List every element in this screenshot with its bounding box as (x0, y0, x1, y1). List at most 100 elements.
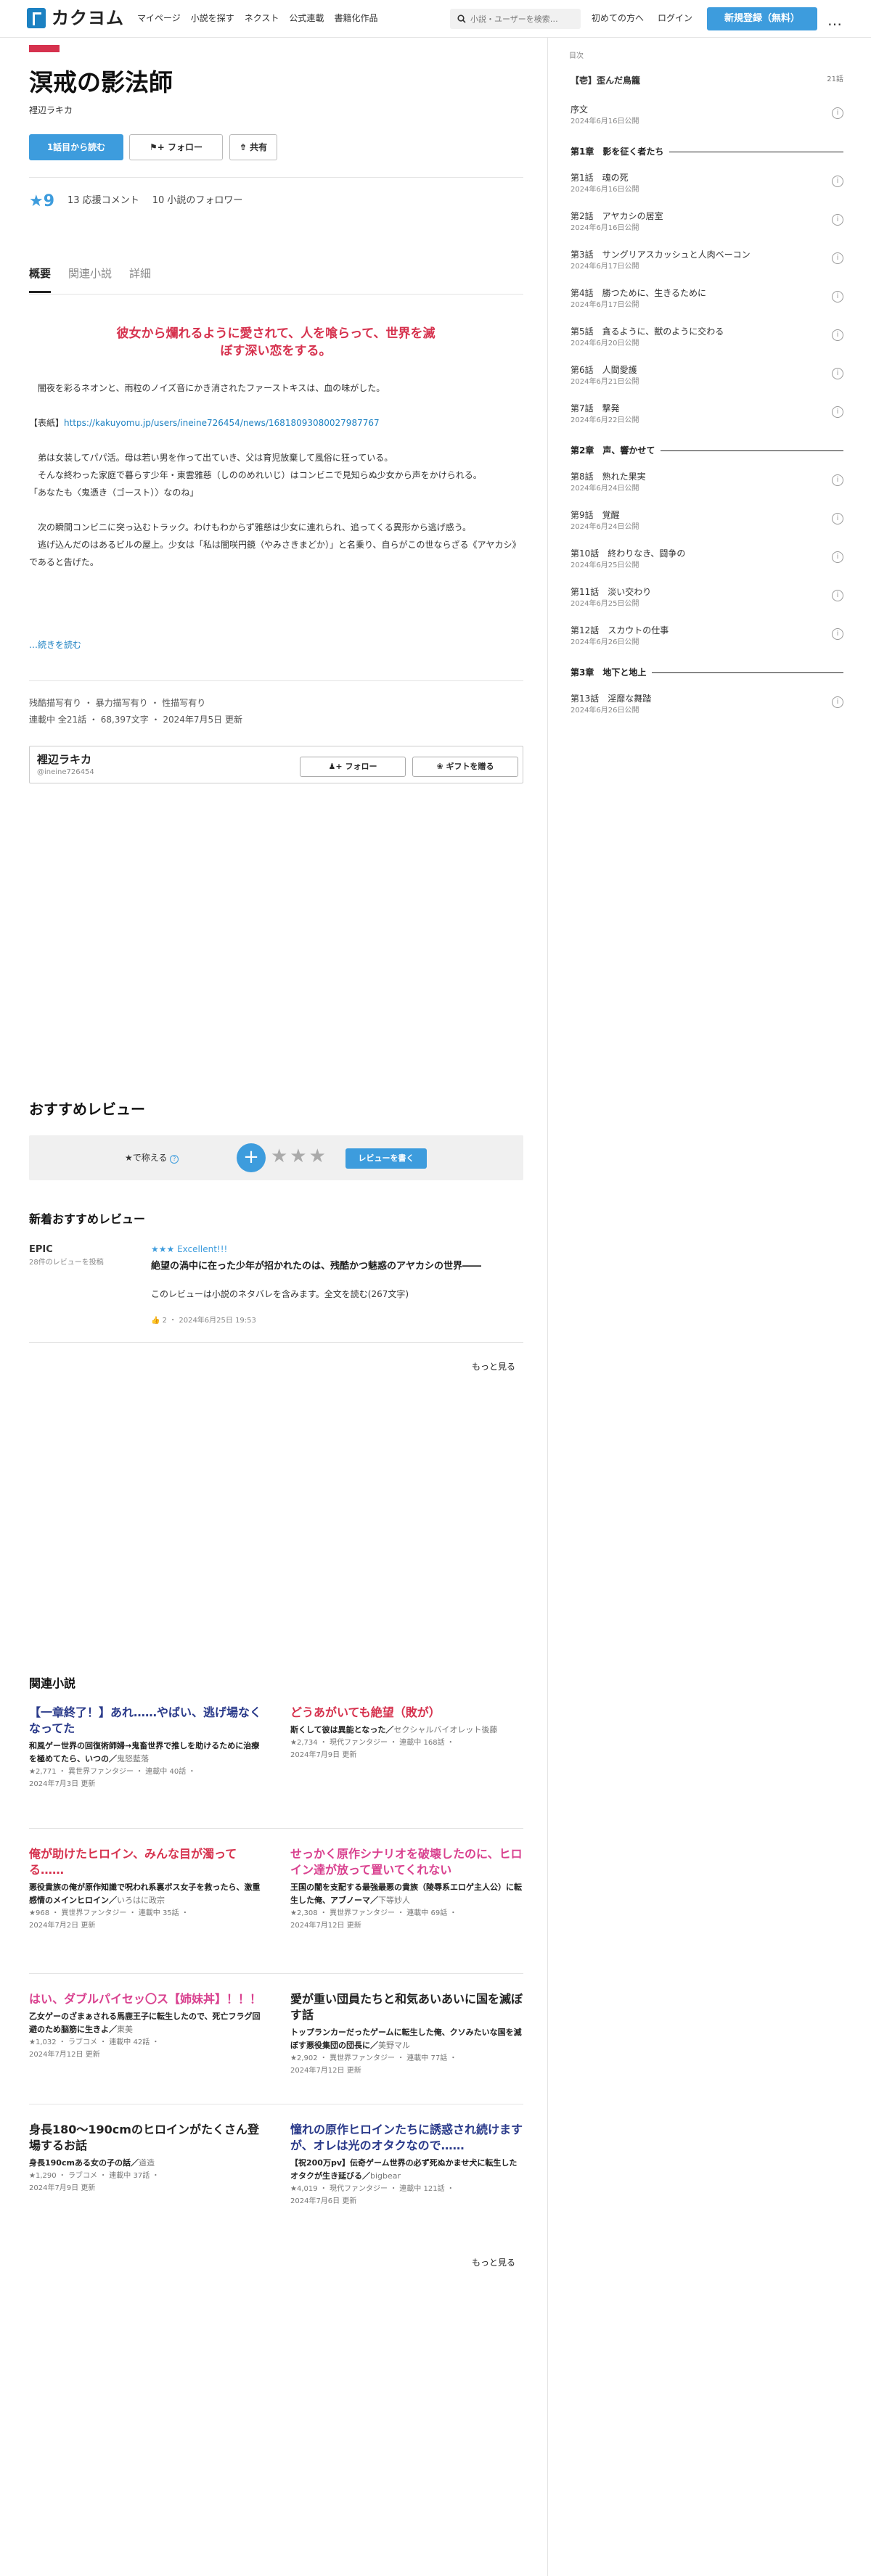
for-beginners-link[interactable]: 初めての方へ (592, 12, 644, 25)
related-novel-author[interactable]: 東美 (117, 2025, 133, 2034)
episode-link[interactable]: 第3話 サングリアスカッシュと人肉ベーコン 2024年6月17日公開 i (571, 248, 843, 273)
related-novel-card[interactable]: 【一章終了！】あれ……やばい、逃げ場なくなってた 和風ゲー世界の回復術師婦→鬼畜世… (29, 1705, 261, 1790)
share-button[interactable]: ⇮ 共有 (229, 134, 277, 160)
episode-link[interactable]: 第10話 終わりなき、闘争の 2024年6月25日公開 i (571, 547, 843, 572)
related-novel-author[interactable]: 道造 (139, 2158, 155, 2168)
more-related-link[interactable]: もっと見る (472, 2256, 515, 2270)
related-novel-card[interactable]: 憧れの原作ヒロインたちに誘惑され続けますが、オレは光のオタクなので…… 【祝200… (290, 2122, 523, 2207)
episode-link[interactable]: 第8話 熟れた果実 2024年6月24日公開 i (571, 470, 843, 495)
related-novel-author[interactable]: bigbear (370, 2171, 401, 2181)
info-icon[interactable]: i (832, 291, 843, 303)
related-novel-author[interactable]: セクシャルバイオレット後藤 (393, 1725, 497, 1735)
episode-link[interactable]: 第9話 覚醒 2024年6月24日公開 i (571, 509, 843, 533)
site-logo[interactable]: カクヨム (27, 8, 124, 28)
episode-link[interactable]: 第6話 人間愛護 2024年6月21日公開 i (571, 363, 843, 388)
info-icon[interactable]: i (832, 329, 843, 341)
episode-link[interactable]: 第7話 撃発 2024年6月22日公開 i (571, 402, 843, 427)
episode-link[interactable]: 第4話 勝つために、生きるために 2024年6月17日公開 i (571, 287, 843, 311)
nav-search-novels[interactable]: 小説を探す (191, 12, 234, 25)
author-name[interactable]: 裡辺ラキカ (37, 751, 91, 768)
rate-label: ★で称える ? (125, 1151, 179, 1165)
related-novel-title[interactable]: 【一章終了！】あれ……やばい、逃げ場なくなってた (29, 1705, 261, 1737)
nav-mypage[interactable]: マイページ (137, 12, 181, 25)
related-novel-title[interactable]: 俺が助けたヒロイン、みんな目が濁ってる…… (29, 1846, 261, 1878)
register-button[interactable]: 新規登録（無料） (707, 7, 817, 30)
tab-details[interactable]: 詳細 (129, 265, 151, 293)
star-count[interactable]: ★9 (29, 189, 54, 214)
follow-author-button[interactable]: ♟+ フォロー (300, 757, 406, 777)
read-first-button[interactable]: 1話目から読む (29, 134, 123, 160)
tab-overview[interactable]: 概要 (29, 265, 52, 293)
work-title[interactable]: 溟戒の影法師 (29, 67, 173, 99)
related-novel-author[interactable]: 美野マル (378, 2041, 410, 2050)
related-novel-card[interactable]: せっかく原作シナリオを破壊したのに、ヒロイン達が放って置いてくれない 王国の闇を支… (290, 1846, 523, 1932)
login-link[interactable]: ログイン (658, 12, 692, 25)
episode-link[interactable]: 第12話 スカウトの仕事 2024年6月26日公開 i (571, 624, 843, 649)
more-reviews-link[interactable]: もっと見る (472, 1360, 515, 1374)
episode-title: 第9話 覚醒 (571, 510, 620, 520)
episode-title: 第10話 終わりなき、闘争の (571, 548, 686, 559)
episode-date: 2024年6月17日公開 (571, 263, 639, 271)
nav-official[interactable]: 公式連載 (289, 12, 324, 25)
episode-link[interactable]: 第2話 アヤカシの居室 2024年6月16日公開 i (571, 210, 843, 234)
thumbs-up-icon[interactable]: 👍 (151, 1317, 163, 1325)
related-novel-title[interactable]: どうあがいても絶望（敗が） (290, 1705, 523, 1721)
nav-published[interactable]: 書籍化作品 (334, 12, 377, 25)
episode-link[interactable]: 第1話 魂の死 2024年6月16日公開 i (571, 171, 843, 196)
review-body[interactable]: このレビューは小説のネタバレを含みます。全文を読む(267文字) (151, 1288, 409, 1301)
tab-related[interactable]: 関連小説 (68, 265, 112, 293)
info-icon[interactable]: i (832, 107, 843, 119)
related-novel-title[interactable]: はい、ダブルパイセッ〇ス【姉妹丼】！！！ (29, 1991, 261, 2007)
related-novel-card[interactable]: どうあがいても絶望（敗が） 斯くして彼は異能となった／セクシャルバイオレット後藤 ★… (290, 1705, 523, 1761)
related-novel-title[interactable]: せっかく原作シナリオを破壊したのに、ヒロイン達が放って置いてくれない (290, 1846, 523, 1878)
info-icon[interactable]: i (832, 696, 843, 708)
star-rating-input[interactable]: ★★★ (271, 1145, 328, 1167)
help-icon[interactable]: ? (170, 1155, 179, 1164)
related-novel-card[interactable]: 俺が助けたヒロイン、みんな目が濁ってる…… 悪役貴族の俺が原作知識で呪われ系裏ボス… (29, 1846, 261, 1932)
info-icon[interactable]: i (832, 176, 843, 187)
follow-work-button[interactable]: ⚑+ フォロー (129, 134, 223, 160)
toc-volume-title[interactable]: 【壱】歪んだ鳥籠 21話 (571, 74, 843, 88)
episode-link[interactable]: 序文 2024年6月16日公開 i (571, 103, 843, 128)
related-novel-title[interactable]: 憧れの原作ヒロインたちに誘惑され続けますが、オレは光のオタクなので…… (290, 2122, 523, 2154)
info-icon[interactable]: i (832, 513, 843, 524)
related-novel-title[interactable]: 愛が重い団員たちと和気あいあいに国を滅ぼす話 (290, 1991, 523, 2023)
follower-count[interactable]: 10 小説のフォロワー (152, 194, 243, 209)
episode-link[interactable]: 第11話 淡い交わり 2024年6月25日公開 i (571, 585, 843, 610)
comment-count[interactable]: 13 応援コメント (68, 194, 139, 209)
more-menu-icon[interactable]: … (827, 9, 843, 32)
read-more-link[interactable]: …続きを読む (29, 638, 81, 652)
write-review-button[interactable]: レビューを書く (345, 1148, 427, 1169)
kakuyomu-logo-icon (27, 8, 46, 28)
episode-date: 2024年6月25日公開 (571, 561, 639, 569)
episode-link[interactable]: 第5話 貪るように、獣のように交わる 2024年6月20日公開 i (571, 325, 843, 350)
info-icon[interactable]: i (832, 406, 843, 418)
info-icon[interactable]: i (832, 590, 843, 601)
related-novel-author[interactable]: いろはに政宗 (117, 1896, 165, 1905)
related-novel-author[interactable]: 下等妙人 (378, 1896, 410, 1905)
info-icon[interactable]: i (832, 551, 843, 563)
info-icon[interactable]: i (832, 214, 843, 226)
related-novel-author[interactable]: 鬼怒藍落 (117, 1754, 149, 1764)
info-icon[interactable]: i (832, 252, 843, 264)
related-novel-card[interactable]: 愛が重い団員たちと和気あいあいに国を滅ぼす話 トップランカーだったゲームに転生した… (290, 1991, 523, 2077)
gift-button[interactable]: ❀ ギフトを贈る (412, 757, 518, 777)
info-icon[interactable]: i (832, 368, 843, 379)
add-star-button[interactable]: + (237, 1143, 266, 1172)
chapter-heading: 第3章 地下と地上 (571, 666, 843, 680)
related-novel-stats: ★2,902 ・ 異世界ファンタジー ・ 連載中 77話 ・ (290, 2054, 457, 2062)
related-novel-card[interactable]: はい、ダブルパイセッ〇ス【姉妹丼】！！！ 乙女ゲーのざまぁされる馬鹿王子に転生した… (29, 1991, 261, 2061)
cover-url-link[interactable]: https://kakuyomu.jp/users/ineine726454/n… (64, 418, 380, 428)
search-icon[interactable] (457, 15, 466, 23)
review-title[interactable]: 絶望の渦中に在った少年が招かれたのは、残酷かつ魅惑のアヤカシの世界―― (151, 1259, 481, 1275)
nav-next[interactable]: ネクスト (245, 12, 279, 25)
related-novel-title[interactable]: 身長180〜190cmのヒロインがたくさん登場するお話 (29, 2122, 261, 2154)
related-novel-card[interactable]: 身長180〜190cmのヒロインがたくさん登場するお話 身長190cmある女の子の… (29, 2122, 261, 2194)
info-icon[interactable]: i (832, 628, 843, 640)
search-input[interactable] (470, 14, 572, 24)
work-author[interactable]: 裡辺ラキカ (29, 104, 73, 118)
episode-link[interactable]: 第13話 淫靡な舞踏 2024年6月26日公開 i (571, 692, 843, 717)
info-icon[interactable]: i (832, 474, 843, 486)
reviewer-name[interactable]: EPIC (29, 1243, 53, 1258)
related-novel-catch-text: 斯くして彼は異能となった (290, 1725, 386, 1735)
